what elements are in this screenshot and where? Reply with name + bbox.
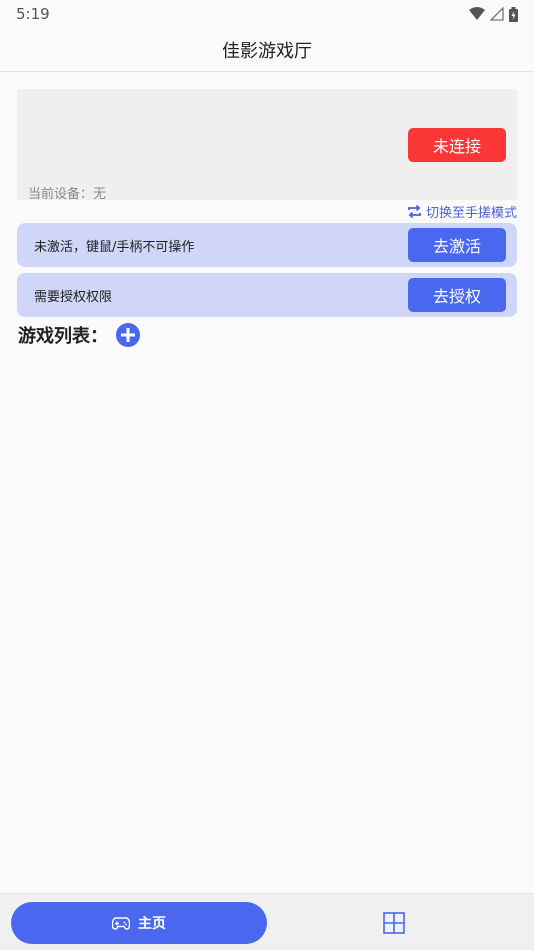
- current-device-label: 当前设备：无: [28, 187, 107, 202]
- game-list-title: 游戏列表：: [18, 326, 108, 347]
- switch-mode-label: 切换至手搓模式: [425, 206, 517, 221]
- grid-icon[interactable]: [383, 912, 405, 934]
- signal-icon: [490, 7, 504, 21]
- nav-home-tab[interactable]: 主页: [11, 902, 267, 944]
- page-title: 佳影游戏厅: [222, 40, 312, 62]
- status-bar: 5:19: [0, 0, 534, 28]
- gamepad-icon: [112, 916, 130, 930]
- activation-notice: 未激活，键鼠/手柄不可操作 去激活: [17, 223, 517, 267]
- connect-button[interactable]: 未连接: [408, 128, 506, 162]
- nav-home-label: 主页: [138, 916, 166, 932]
- device-panel: 未连接 当前设备：无: [17, 89, 517, 202]
- app-bar: 佳影游戏厅: [0, 28, 534, 72]
- switch-mode-link[interactable]: 切换至手搓模式: [407, 202, 517, 221]
- status-icons: [469, 6, 518, 22]
- permission-notice-text: 需要授权权限: [34, 289, 113, 305]
- permission-notice: 需要授权权限 去授权: [17, 273, 517, 317]
- activate-button[interactable]: 去激活: [408, 228, 506, 262]
- bottom-nav: 主页: [0, 893, 534, 950]
- plus-circle-icon[interactable]: [116, 323, 140, 347]
- game-list-header: 游戏列表：: [18, 322, 140, 348]
- status-time: 5:19: [16, 5, 50, 23]
- battery-icon: [509, 6, 518, 22]
- swap-icon: [408, 205, 421, 218]
- authorize-button[interactable]: 去授权: [408, 278, 506, 312]
- activation-notice-text: 未激活，键鼠/手柄不可操作: [34, 239, 195, 255]
- wifi-icon: [469, 7, 485, 20]
